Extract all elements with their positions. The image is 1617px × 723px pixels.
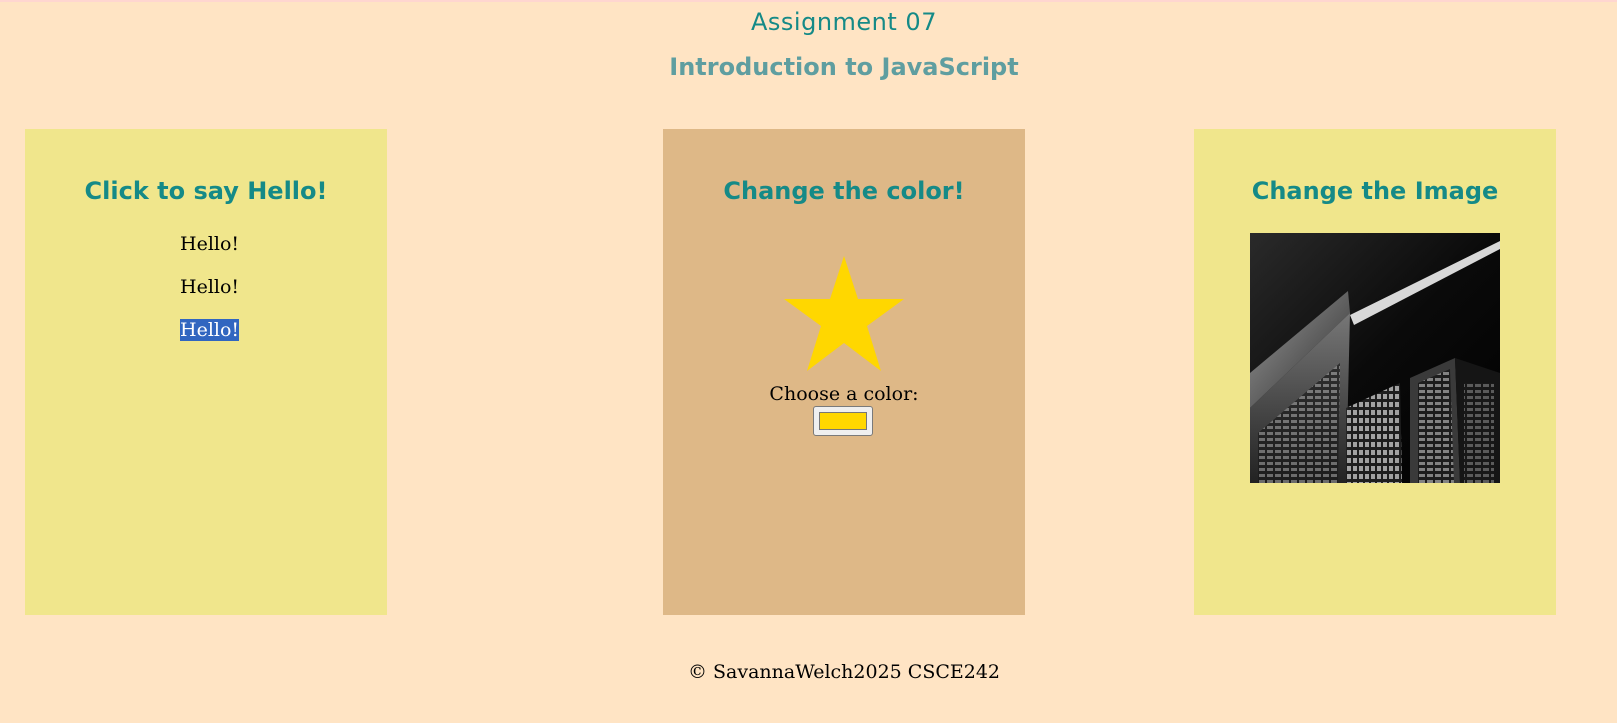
image-panel: Change the Image <box>1194 129 1556 615</box>
footer-copyright: © SavannaWelch2025 CSCE242 <box>687 661 1001 683</box>
page-title: Assignment 07 <box>751 8 937 36</box>
building-photo <box>1250 233 1500 483</box>
hello-text: Hello! <box>180 276 240 298</box>
hello-item: Hello! <box>180 276 239 319</box>
color-swatch <box>819 412 867 430</box>
hello-list: Hello! Hello! Hello! <box>180 233 240 362</box>
hello-item: Hello! <box>180 233 239 276</box>
star-shape <box>784 256 904 371</box>
hello-item: Hello! <box>180 319 240 362</box>
image-panel-title: Change the Image <box>1251 177 1499 205</box>
color-panel-title: Change the color! <box>723 177 965 205</box>
color-label: Choose a color: <box>769 383 919 405</box>
page-subtitle: Introduction to JavaScript <box>669 53 1019 81</box>
color-picker-input[interactable] <box>813 406 873 436</box>
star-icon <box>784 256 904 371</box>
hello-text-selected: Hello! <box>180 319 240 341</box>
top-border <box>0 0 1617 2</box>
hello-panel-title[interactable]: Click to say Hello! <box>25 177 387 205</box>
building-image[interactable] <box>1250 233 1500 483</box>
hello-panel[interactable]: Click to say Hello! Hello! Hello! Hello! <box>25 129 387 615</box>
color-panel: Change the color! Choose a color: <box>663 129 1025 615</box>
hello-text: Hello! <box>180 233 240 255</box>
